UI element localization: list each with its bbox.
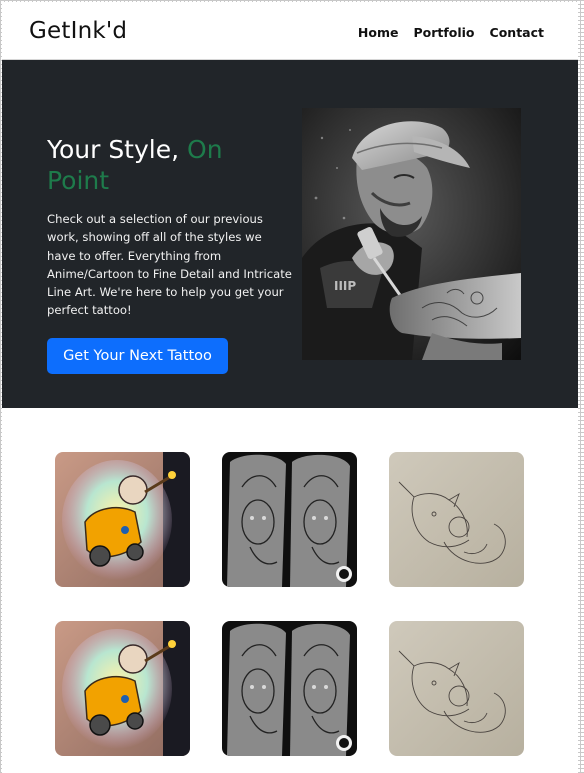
- nav-links: Home Portfolio Contact: [358, 25, 544, 40]
- portrait-sleeve-illustration: [222, 452, 357, 587]
- page-frame: GetInk'd Home Portfolio Contact Your Sty…: [2, 2, 578, 773]
- cartoon-tattoo-illustration: [55, 452, 190, 587]
- get-tattoo-button[interactable]: Get Your Next Tattoo: [47, 338, 228, 374]
- nav-link-contact[interactable]: Contact: [490, 25, 544, 40]
- hero-title-main: Your Style,: [47, 135, 188, 164]
- hero-section: Your Style, On Point Check out a selecti…: [2, 60, 578, 408]
- gallery-item-rhino-line-art[interactable]: [389, 621, 524, 756]
- tattoo-artist-photo: IIIP: [302, 108, 521, 360]
- gallery-item-portrait-sleeve[interactable]: [222, 621, 357, 756]
- hero-description: Check out a selection of our previous wo…: [47, 212, 292, 318]
- gallery-item-rhino-line-art[interactable]: [389, 452, 524, 587]
- cartoon-tattoo-illustration: [55, 621, 190, 756]
- portrait-sleeve-illustration: [222, 621, 357, 756]
- gallery-item-portrait-sleeve[interactable]: [222, 452, 357, 587]
- portfolio-gallery: [2, 408, 578, 773]
- rhino-line-art-illustration: [389, 452, 524, 587]
- brand-logo[interactable]: GetInk'd: [29, 18, 127, 44]
- svg-text:IIIP: IIIP: [334, 279, 356, 293]
- navbar: GetInk'd Home Portfolio Contact: [2, 2, 578, 60]
- gallery-item-cartoon-tattoo[interactable]: [55, 452, 190, 587]
- gallery-item-cartoon-tattoo[interactable]: [55, 621, 190, 756]
- nav-link-home[interactable]: Home: [358, 25, 399, 40]
- nav-link-portfolio[interactable]: Portfolio: [413, 25, 474, 40]
- rhino-line-art-illustration: [389, 621, 524, 756]
- tattoo-artist-illustration: IIIP: [302, 108, 521, 360]
- hero-title: Your Style, On Point: [47, 134, 277, 196]
